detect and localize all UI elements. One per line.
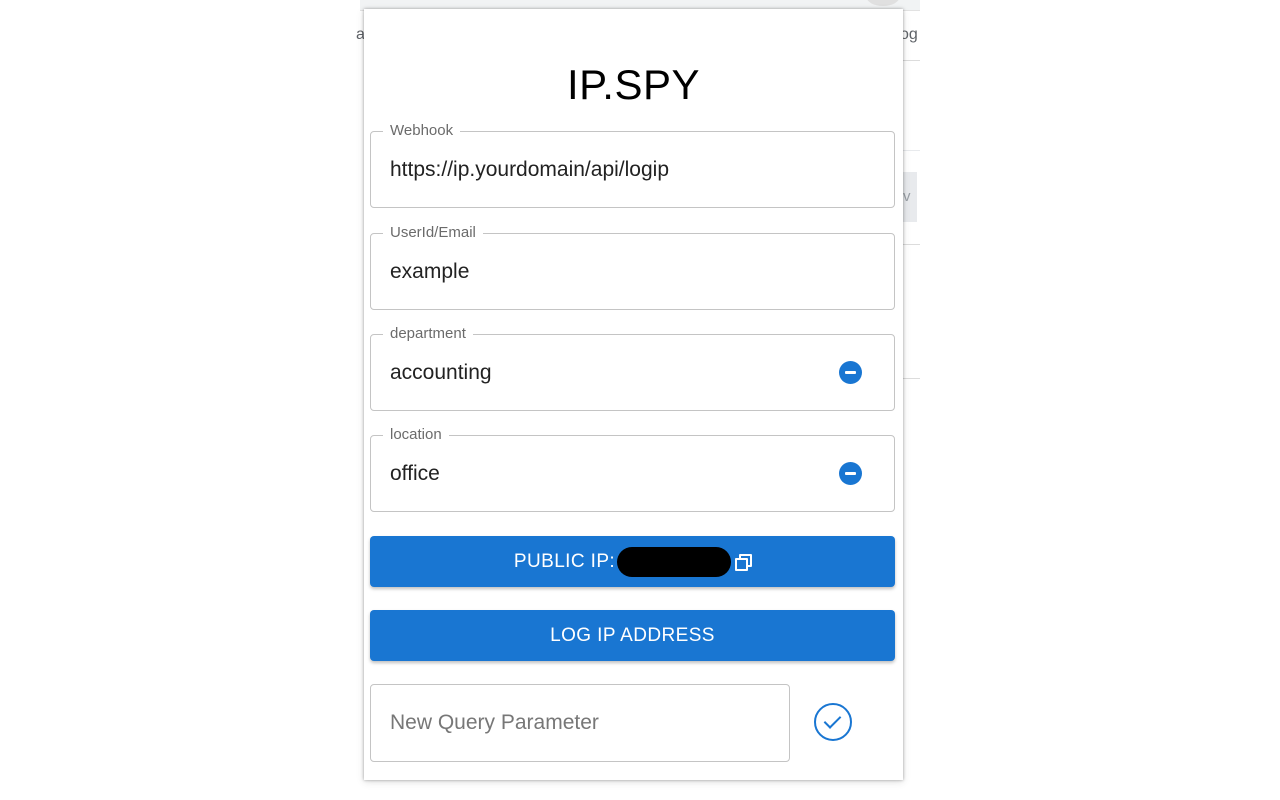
location-field[interactable]: location office bbox=[370, 426, 895, 512]
background-divider bbox=[903, 150, 920, 151]
check-circle-icon[interactable] bbox=[814, 703, 852, 741]
extension-popup: IP.SPY Webhook https://ip.yourdomain/api… bbox=[364, 9, 903, 780]
redacted-ip-value bbox=[617, 546, 732, 577]
user-id-email-input-value[interactable]: example bbox=[390, 259, 469, 285]
public-ip-label: PUBLIC IP: bbox=[513, 550, 616, 572]
log-ip-address-button[interactable]: LOG IP ADDRESS bbox=[370, 610, 895, 661]
app-title: IP.SPY bbox=[567, 61, 700, 108]
background-divider bbox=[903, 60, 920, 61]
location-input-value[interactable]: office bbox=[390, 461, 440, 487]
public-ip-button[interactable]: PUBLIC IP: bbox=[370, 536, 895, 587]
webhook-field[interactable]: Webhook https://ip.yourdomain/api/logip bbox=[370, 122, 895, 208]
remove-circle-icon[interactable] bbox=[839, 462, 862, 485]
log-ip-address-label: LOG IP ADDRESS bbox=[550, 624, 715, 646]
remove-circle-icon[interactable] bbox=[839, 361, 862, 384]
background-text-fragment: v bbox=[903, 188, 911, 205]
department-input-value[interactable]: accounting bbox=[390, 360, 492, 386]
webhook-label: Webhook bbox=[383, 122, 461, 140]
background-divider bbox=[903, 244, 920, 245]
department-label: department bbox=[383, 325, 473, 343]
user-id-email-label: UserId/Email bbox=[383, 224, 483, 242]
new-query-parameter-input[interactable] bbox=[370, 684, 790, 762]
webhook-input-value[interactable]: https://ip.yourdomain/api/logip bbox=[390, 157, 669, 183]
location-label: location bbox=[383, 426, 449, 444]
background-divider bbox=[903, 378, 920, 379]
copy-icon[interactable] bbox=[735, 553, 753, 571]
department-field[interactable]: department accounting bbox=[370, 325, 895, 411]
user-id-email-field[interactable]: UserId/Email example bbox=[370, 224, 895, 310]
